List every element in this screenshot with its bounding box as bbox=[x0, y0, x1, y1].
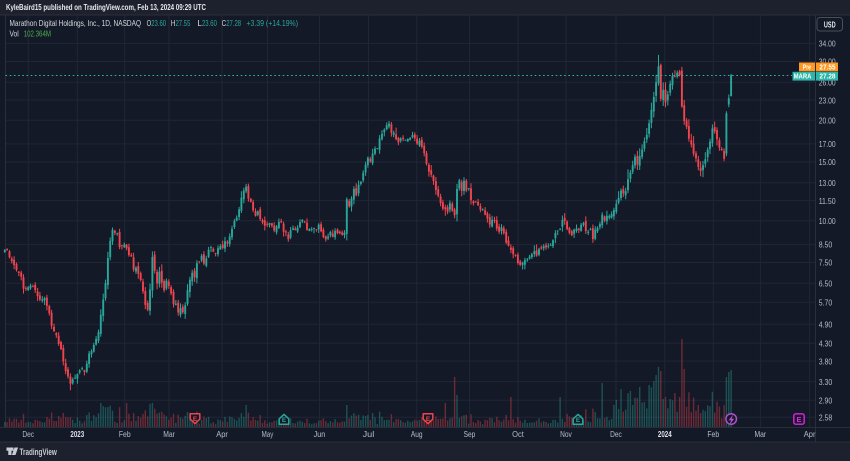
svg-text:Dec: Dec bbox=[610, 429, 622, 439]
svg-text:8.50: 8.50 bbox=[819, 240, 833, 250]
svg-text:TradingView: TradingView bbox=[20, 447, 58, 458]
svg-text:27.55: 27.55 bbox=[176, 18, 191, 28]
svg-text:20.00: 20.00 bbox=[819, 116, 836, 126]
svg-text:USD: USD bbox=[824, 21, 836, 30]
svg-text:May: May bbox=[262, 429, 274, 439]
svg-text:+3.39 (+14.19%): +3.39 (+14.19%) bbox=[247, 18, 299, 28]
svg-text:17.00: 17.00 bbox=[819, 139, 836, 149]
svg-text:Feb: Feb bbox=[119, 429, 131, 439]
svg-text:E: E bbox=[796, 415, 801, 424]
svg-text:E: E bbox=[426, 416, 431, 423]
svg-text:Apr: Apr bbox=[216, 429, 228, 439]
svg-text:Aug: Aug bbox=[411, 429, 423, 439]
svg-text:4.30: 4.30 bbox=[819, 338, 833, 348]
svg-text:Jun: Jun bbox=[314, 429, 326, 439]
svg-text:Feb: Feb bbox=[707, 429, 719, 439]
svg-text:27.28: 27.28 bbox=[819, 74, 835, 81]
svg-text:2023: 2023 bbox=[70, 429, 84, 439]
svg-text:Jul: Jul bbox=[363, 429, 375, 439]
svg-text:Sep: Sep bbox=[464, 429, 476, 439]
svg-text:E: E bbox=[193, 416, 198, 423]
svg-text:MARA: MARA bbox=[794, 74, 812, 81]
svg-text:Marathon Digital Holdings, Inc: Marathon Digital Holdings, Inc., 1D, NAS… bbox=[10, 18, 142, 28]
svg-text:15.00: 15.00 bbox=[819, 157, 836, 167]
svg-text:27.55: 27.55 bbox=[819, 64, 835, 71]
svg-text:7.50: 7.50 bbox=[819, 258, 833, 268]
svg-text:E: E bbox=[282, 417, 287, 424]
svg-text:13.00: 13.00 bbox=[819, 178, 836, 188]
svg-text:KyleBaird15 published on Tradi: KyleBaird15 published on TradingView.com… bbox=[6, 2, 206, 12]
svg-text:102.364M: 102.364M bbox=[24, 29, 51, 39]
svg-text:4.90: 4.90 bbox=[819, 320, 833, 330]
svg-text:2.58: 2.58 bbox=[819, 413, 833, 423]
svg-text:Vol: Vol bbox=[10, 29, 19, 39]
svg-text:27.28: 27.28 bbox=[226, 18, 241, 28]
svg-text:Mar: Mar bbox=[163, 429, 175, 439]
svg-text:23.00: 23.00 bbox=[819, 95, 836, 105]
svg-text:Apr: Apr bbox=[804, 429, 816, 439]
svg-text:Dec: Dec bbox=[22, 429, 34, 439]
svg-text:2024: 2024 bbox=[658, 429, 672, 439]
svg-text:Oct: Oct bbox=[512, 429, 524, 439]
svg-text:Mar: Mar bbox=[755, 429, 767, 439]
svg-text:11.50: 11.50 bbox=[819, 196, 836, 206]
svg-text:34.00: 34.00 bbox=[819, 39, 836, 49]
svg-text:3.80: 3.80 bbox=[819, 356, 833, 366]
svg-text:E: E bbox=[576, 417, 581, 424]
svg-text:Pre: Pre bbox=[803, 64, 812, 71]
svg-text:5.70: 5.70 bbox=[819, 298, 833, 308]
svg-text:23.60: 23.60 bbox=[151, 18, 166, 28]
svg-text:10.00: 10.00 bbox=[819, 216, 836, 226]
svg-text:3.30: 3.30 bbox=[819, 377, 833, 387]
svg-text:Nov: Nov bbox=[560, 429, 572, 439]
svg-text:6.50: 6.50 bbox=[819, 279, 833, 289]
svg-text:23.60: 23.60 bbox=[202, 18, 217, 28]
svg-text:2.90: 2.90 bbox=[819, 396, 833, 406]
